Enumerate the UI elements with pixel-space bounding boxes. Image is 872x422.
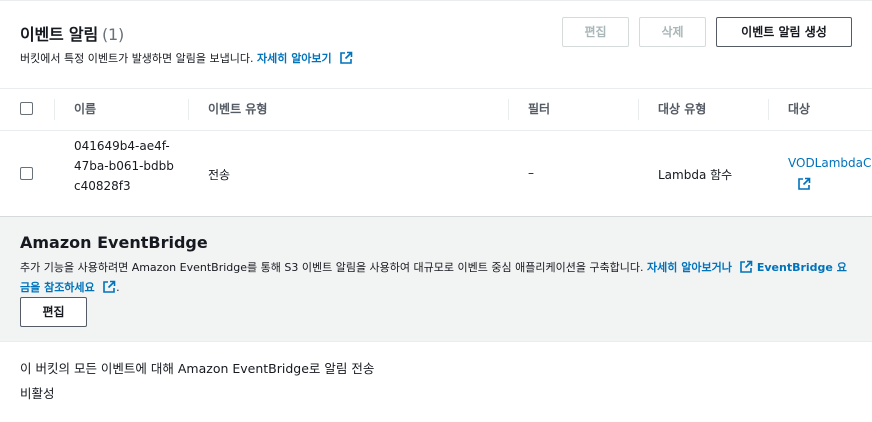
table-row: 041649b4-ae4f-47ba-b061-bdbbc40828f3 전송 … <box>0 131 872 217</box>
eventbridge-learn-more-link[interactable]: 자세히 알아보거나 <box>647 261 732 274</box>
column-divider <box>508 99 509 120</box>
filter-cell: – <box>528 166 534 180</box>
external-link-icon[interactable] <box>797 177 811 191</box>
column-header-event-type[interactable]: 이벤트 유형 <box>208 89 267 130</box>
top-divider <box>0 0 872 1</box>
column-divider <box>188 99 189 120</box>
external-link-icon[interactable] <box>739 260 753 274</box>
table-header: 이름 이벤트 유형 필터 대상 유형 대상 <box>0 88 872 131</box>
delete-button[interactable]: 삭제 <box>639 17 706 47</box>
column-header-destination-type[interactable]: 대상 유형 <box>658 89 706 130</box>
row-checkbox[interactable] <box>20 167 33 180</box>
eventbridge-edit-button[interactable]: 편집 <box>20 297 87 327</box>
select-all-checkbox[interactable] <box>20 102 33 115</box>
column-header-filter[interactable]: 필터 <box>528 89 550 130</box>
destination-link[interactable]: VODLambdaC <box>788 156 871 170</box>
notification-count: (1) <box>101 25 125 44</box>
eventbridge-section: Amazon EventBridge 추가 기능을 사용하려면 Amazon E… <box>0 217 872 342</box>
eventbridge-description-text: 추가 기능을 사용하려면 Amazon EventBridge를 통해 S3 이… <box>20 261 644 274</box>
section-description: 버킷에서 특정 이벤트가 발생하면 알림을 보냅니다. 자세히 알아보기 <box>20 50 353 66</box>
section-title-text: 이벤트 알림 <box>20 25 98 44</box>
eventbridge-description: 추가 기능을 사용하려면 Amazon EventBridge를 통해 S3 이… <box>20 258 855 298</box>
external-link-icon[interactable] <box>339 51 353 65</box>
create-notification-button[interactable]: 이벤트 알림 생성 <box>716 17 852 47</box>
column-divider <box>638 99 639 120</box>
learn-more-link[interactable]: 자세히 알아보기 <box>257 52 332 65</box>
column-divider <box>768 99 769 120</box>
pricing-suffix: . <box>116 281 120 294</box>
destination-type-cell: Lambda 함수 <box>658 168 733 182</box>
notification-name: 041649b4-ae4f-47ba-b061-bdbbc40828f3 <box>74 139 174 193</box>
column-header-name[interactable]: 이름 <box>74 89 96 130</box>
external-link-icon[interactable] <box>102 280 116 294</box>
description-text: 버킷에서 특정 이벤트가 발생하면 알림을 보냅니다. <box>20 52 254 65</box>
eventbridge-setting-label: 이 버킷의 모든 이벤트에 대해 Amazon EventBridge로 알림 … <box>20 361 375 376</box>
column-divider <box>54 99 55 120</box>
eventbridge-setting-value: 비활성 <box>20 386 55 401</box>
eventbridge-title: Amazon EventBridge <box>20 233 208 252</box>
section-title: 이벤트 알림 (1) <box>20 21 124 45</box>
destination-cell: VODLambdaC <box>788 156 872 170</box>
column-header-destination[interactable]: 대상 <box>788 89 810 130</box>
event-type-cell: 전송 <box>208 168 231 182</box>
edit-button[interactable]: 편집 <box>562 17 629 47</box>
